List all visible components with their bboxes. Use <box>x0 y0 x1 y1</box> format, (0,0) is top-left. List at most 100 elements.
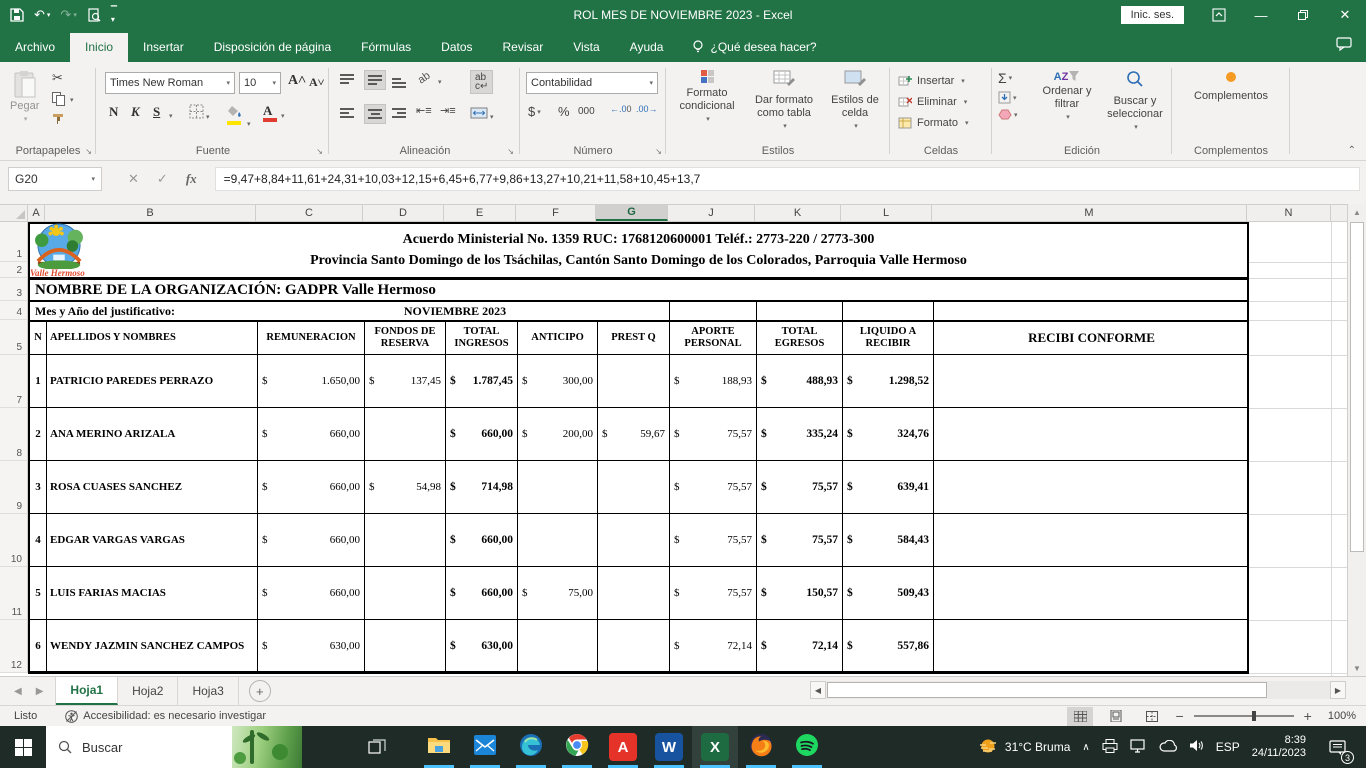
cell-aporte[interactable]: $75,57 <box>670 408 757 460</box>
row-header-8[interactable]: 8 <box>0 408 28 461</box>
ribbon-display-options-button[interactable] <box>1198 0 1240 30</box>
cell-anticipo[interactable]: $300,00 <box>518 355 598 407</box>
clear-icon[interactable]: ▾ <box>998 109 1018 120</box>
print-preview-icon[interactable] <box>87 8 101 22</box>
taskbar-search[interactable]: Buscar <box>46 726 302 768</box>
column-header-J[interactable]: J <box>668 205 755 221</box>
addins-button[interactable]: Complementos <box>1190 72 1272 103</box>
align-bottom-icon[interactable] <box>392 78 406 88</box>
orientation-dropdown[interactable]: ▾ <box>438 78 442 86</box>
autosum-icon[interactable]: Σ ▾ <box>998 70 1018 86</box>
delete-cells-button[interactable]: Eliminar ▾ <box>898 91 968 112</box>
scroll-up-arrow[interactable]: ▲ <box>1348 204 1366 220</box>
align-left-icon[interactable] <box>340 108 354 118</box>
cell-prest_q[interactable]: $59,67 <box>598 408 670 460</box>
increase-decimal-icon[interactable]: ←.0 0 <box>610 104 632 114</box>
tray-chevron-up-icon[interactable]: ∧ <box>1082 742 1089 753</box>
font-color-dropdown[interactable]: ▾ <box>281 112 285 120</box>
cell-liquido[interactable]: $639,41 <box>843 461 934 513</box>
format-painter-icon[interactable] <box>52 112 66 125</box>
feedback-icon[interactable] <box>1336 37 1352 62</box>
cell-total_ingresos[interactable]: $660,00 <box>446 514 518 566</box>
row-header-9[interactable]: 9 <box>0 461 28 514</box>
sheet-nav-left-icon[interactable]: ◀ <box>14 686 22 697</box>
printer-icon[interactable] <box>1102 738 1118 756</box>
decrease-decimal-icon[interactable]: .00→ <box>636 104 658 114</box>
cell-n[interactable]: 5 <box>30 567 47 619</box>
cell-remuneracion[interactable]: $630,00 <box>258 620 365 671</box>
cell-remuneracion[interactable]: $1.650,00 <box>258 355 365 407</box>
format-as-table-button[interactable]: Dar formato como tabla ▾ <box>746 70 822 133</box>
tab-disposici-n-de-p-gina[interactable]: Disposición de página <box>199 33 346 62</box>
taskbar-app-word[interactable]: W <box>646 726 692 768</box>
cell-total_egresos[interactable]: $335,24 <box>757 408 843 460</box>
cell-n[interactable]: 1 <box>30 355 47 407</box>
tab-f-rmulas[interactable]: Fórmulas <box>346 33 426 62</box>
start-button[interactable] <box>0 726 46 768</box>
row-header-5[interactable]: 5 <box>0 320 28 355</box>
cell-fondos[interactable] <box>365 408 446 460</box>
fill-color-icon[interactable]: ▾ <box>227 104 251 143</box>
column-header-M[interactable]: M <box>932 205 1247 221</box>
tab-inicio[interactable]: Inicio <box>70 33 129 62</box>
cell-recibi[interactable] <box>934 567 1249 619</box>
cell-liquido[interactable]: $509,43 <box>843 567 934 619</box>
cell-recibi[interactable] <box>934 408 1249 460</box>
hscroll-right-arrow[interactable]: ▶ <box>1330 681 1346 699</box>
scroll-down-arrow[interactable]: ▼ <box>1348 660 1366 676</box>
network-display-icon[interactable] <box>1130 738 1147 756</box>
cell-name[interactable]: ANA MERINO ARIZALA <box>47 408 258 460</box>
tab-datos[interactable]: Datos <box>426 33 487 62</box>
cell-remuneracion[interactable]: $660,00 <box>258 567 365 619</box>
task-view-button[interactable] <box>354 726 400 768</box>
cell-fondos[interactable] <box>365 567 446 619</box>
zoom-slider[interactable] <box>1193 711 1294 721</box>
insert-function-icon[interactable]: fx <box>186 171 197 187</box>
grow-font-button[interactable]: A˄ <box>288 73 306 89</box>
tab-ayuda[interactable]: Ayuda <box>615 33 679 62</box>
insert-cells-button[interactable]: Insertar ▾ <box>898 70 968 91</box>
italic-button[interactable]: K <box>131 104 140 120</box>
cell-aporte[interactable]: $75,57 <box>670 567 757 619</box>
cell-prest_q[interactable] <box>598 567 670 619</box>
cell-prest_q[interactable] <box>598 355 670 407</box>
minimize-button[interactable]: — <box>1240 0 1282 30</box>
cell-name[interactable]: LUIS FARIAS MACIAS <box>47 567 258 619</box>
number-dialog-launcher[interactable]: ↘ <box>655 147 662 156</box>
cell-fondos[interactable] <box>365 514 446 566</box>
onedrive-icon[interactable] <box>1159 739 1177 755</box>
taskbar-app-chrome[interactable] <box>554 726 600 768</box>
taskbar-app-spotify[interactable] <box>784 726 830 768</box>
cell-n[interactable]: 6 <box>30 620 47 671</box>
align-top-icon[interactable] <box>340 74 354 84</box>
cell-aporte[interactable]: $75,57 <box>670 514 757 566</box>
tell-me-box[interactable]: ¿Qué desea hacer? <box>678 40 830 62</box>
tab-insertar[interactable]: Insertar <box>128 33 199 62</box>
cut-icon[interactable]: ✂ <box>52 70 66 86</box>
column-header-L[interactable]: L <box>841 205 932 221</box>
cell-recibi[interactable] <box>934 461 1249 513</box>
taskbar-app-acrobat[interactable]: A <box>600 726 646 768</box>
cell-total_egresos[interactable]: $72,14 <box>757 620 843 671</box>
column-header-E[interactable]: E <box>444 205 516 221</box>
copy-icon[interactable]: ▾ <box>52 92 74 106</box>
formula-input[interactable]: =9,47+8,84+11,61+24,31+10,03+12,15+6,45+… <box>214 166 1360 191</box>
column-header-A[interactable]: A <box>28 205 45 221</box>
taskbar-app-edge[interactable] <box>508 726 554 768</box>
redo-button[interactable]: ↷ ▾ <box>60 7 76 23</box>
align-middle-icon[interactable] <box>364 70 386 90</box>
vertical-scrollbar[interactable]: ▲ ▼ <box>1347 204 1366 676</box>
cancel-entry-icon[interactable]: ✕ <box>128 171 139 187</box>
font-name-combo[interactable]: Times New Roman ▾ <box>105 72 235 94</box>
cell-total_ingresos[interactable]: $714,98 <box>446 461 518 513</box>
cell-anticipo[interactable] <box>518 514 598 566</box>
increase-indent-icon[interactable]: ⇥≡ <box>440 104 456 117</box>
taskbar-clock[interactable]: 8:39 24/11/2023 <box>1252 734 1306 760</box>
align-center-icon[interactable] <box>364 104 386 124</box>
cell-remuneracion[interactable]: $660,00 <box>258 408 365 460</box>
vertical-scroll-thumb[interactable] <box>1350 222 1364 552</box>
cell-total_egresos[interactable]: $150,57 <box>757 567 843 619</box>
page-break-view-button[interactable] <box>1139 707 1165 726</box>
merge-center-icon[interactable]: ▾ <box>470 106 494 124</box>
cell-aporte[interactable]: $188,93 <box>670 355 757 407</box>
